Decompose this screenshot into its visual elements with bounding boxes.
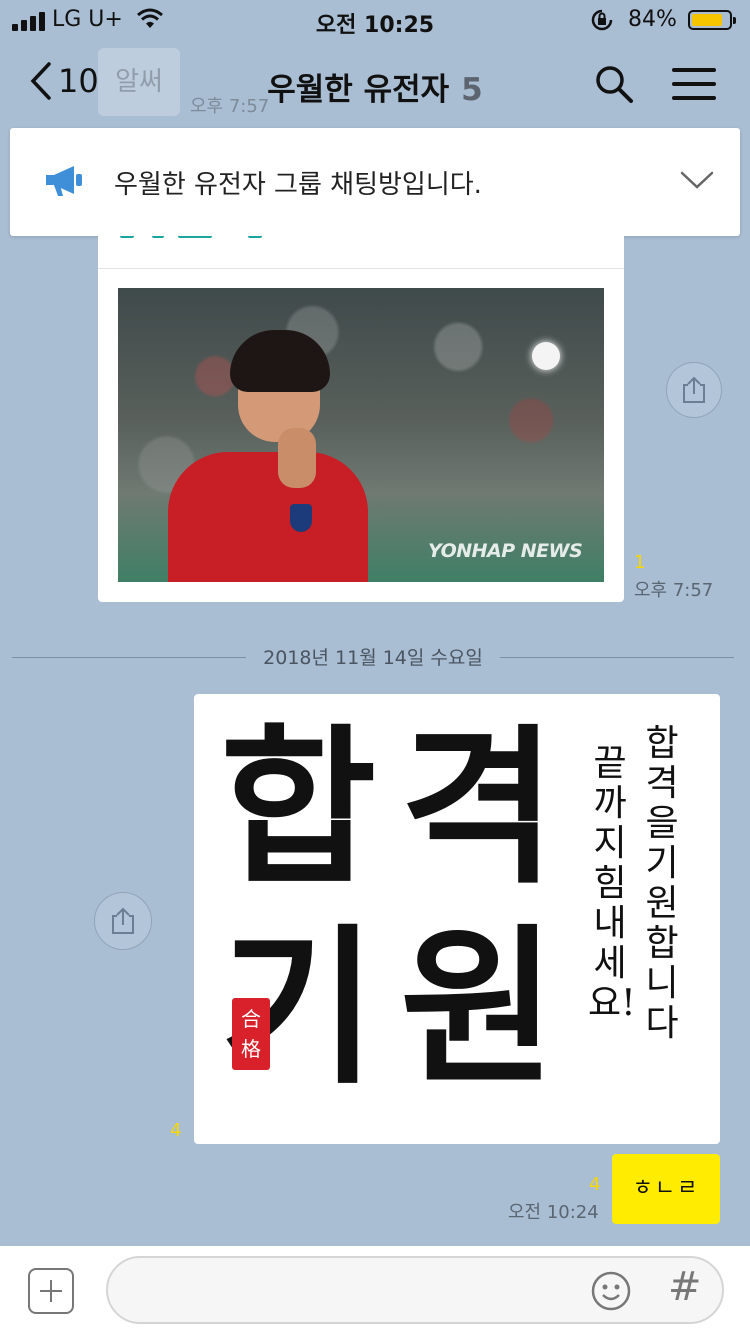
- photo-jersey-badge: [290, 504, 312, 532]
- battery-icon: [688, 10, 736, 30]
- calligraphy-image[interactable]: 합 격 기 원 合格 합격을 기원합니다 끝까지 힘내세요!: [194, 694, 720, 1144]
- calligraphy-char: 격: [400, 710, 557, 908]
- emoji-icon[interactable]: [590, 1270, 632, 1316]
- search-icon: [596, 66, 633, 103]
- member-count: 5: [461, 72, 483, 108]
- link-preview-card[interactable]: YONHAP NEWS: [98, 236, 624, 602]
- battery-percent: 84%: [628, 7, 677, 32]
- message-time: 오후 7:57: [634, 580, 714, 601]
- megaphone-icon: [44, 164, 84, 202]
- notice-text: 우월한 유전자 그룹 채팅방입니다.: [114, 170, 482, 200]
- seal-stamp: 合格: [232, 998, 270, 1070]
- plus-icon[interactable]: [28, 1268, 74, 1314]
- chat-title: 우월한 유전자 5: [0, 64, 750, 109]
- unread-count: 4: [589, 1174, 601, 1195]
- photo-watermark: YONHAP NEWS: [428, 540, 583, 562]
- input-bar: #: [0, 1246, 750, 1334]
- calligraphy-char: 원: [400, 910, 557, 1108]
- rotation-lock-icon: [590, 9, 614, 37]
- unread-count: 1: [634, 552, 646, 573]
- news-photo[interactable]: YONHAP NEWS: [118, 288, 604, 582]
- calligraphy-char: 합: [220, 710, 377, 908]
- photo-player-hand: [278, 428, 316, 488]
- menu-button[interactable]: [672, 68, 716, 110]
- message-time: 오전 10:24: [508, 1202, 599, 1223]
- hashtag-search-button[interactable]: #: [668, 1264, 702, 1310]
- calligraphy-line-2: 끝까지 힘내세요!: [588, 743, 636, 1024]
- status-bar: LG U+ 오전 10:25 84%: [0, 0, 750, 40]
- date-divider: 2018년 11월 14일 수요일: [12, 643, 734, 669]
- photo-ball: [532, 342, 560, 370]
- share-icon: [112, 907, 134, 934]
- share-icon: [683, 376, 705, 403]
- share-button[interactable]: [94, 892, 152, 950]
- menu-icon: [672, 68, 716, 72]
- photo-player-jersey: [168, 452, 368, 582]
- battery-level: [692, 14, 723, 26]
- chat-room-name: 우월한 유전자: [267, 72, 450, 108]
- link-card-header: [98, 236, 624, 269]
- calligraphy-line-1: 합격을 기원합니다: [645, 723, 679, 1044]
- share-button[interactable]: [666, 362, 722, 418]
- notice-banner[interactable]: 우월한 유전자 그룹 채팅방입니다.: [10, 128, 740, 236]
- my-message-bubble[interactable]: ㅎㄴㄹ: [612, 1154, 720, 1224]
- search-button[interactable]: [594, 64, 634, 108]
- unread-count: 4: [170, 1120, 182, 1141]
- chevron-down-icon[interactable]: [680, 170, 714, 194]
